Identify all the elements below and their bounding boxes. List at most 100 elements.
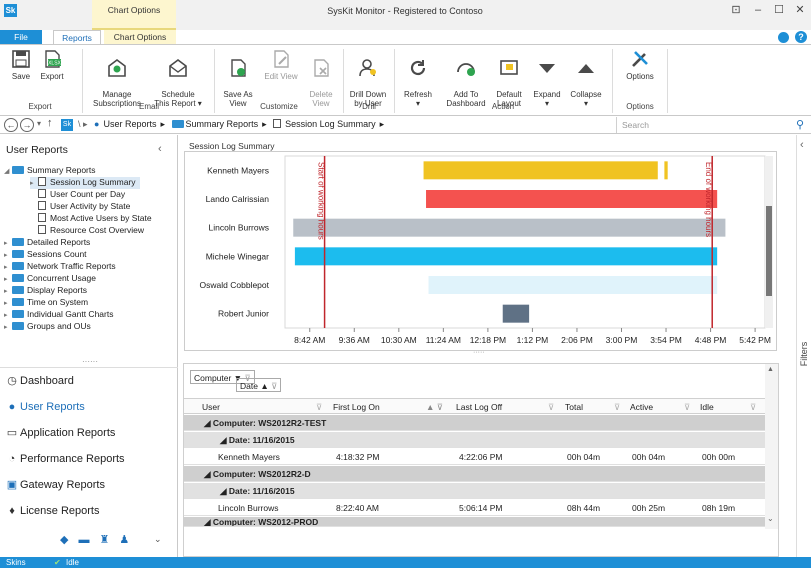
scroll-up-icon[interactable]: ▲ (767, 366, 774, 373)
subgroup-row[interactable]: ◢ Date: 11/16/2015 (184, 483, 765, 499)
table-row[interactable]: Kenneth Mayers 4:18:32 PM 4:22:06 PM 00h… (184, 449, 765, 465)
chevron-down-icon[interactable]: ⌄ (154, 534, 162, 545)
default-layout-button[interactable]: Default Layout (492, 49, 526, 108)
filters-tab[interactable]: Filters (799, 337, 809, 371)
splitter-grip[interactable]: ····· (473, 349, 485, 356)
filter-icon[interactable]: ⊽ (271, 381, 277, 391)
tree-item[interactable]: User Count per Day (38, 189, 125, 201)
tree-item[interactable]: ▸ Display Reports (4, 285, 87, 297)
column-header[interactable]: Idle (700, 402, 714, 412)
column-header[interactable]: Active (630, 402, 653, 412)
history-dropdown-icon[interactable]: ▾ (37, 119, 41, 128)
group-row[interactable]: ◢ Computer: WS2012R2-D (184, 466, 765, 482)
group-separator (394, 49, 395, 113)
manage-subscriptions-button[interactable]: Manage Subscriptions (88, 49, 146, 108)
export-button[interactable]: XLSX Export (38, 49, 66, 81)
tree-item[interactable]: ◢ Summary Reports (4, 165, 96, 177)
nav-gateway-reports[interactable]: ▣ Gateway Reports (0, 472, 178, 498)
nav-dashboard[interactable]: ◷ Dashboard (0, 368, 178, 394)
column-header[interactable]: Total (565, 402, 583, 412)
column-header[interactable]: First Log On (333, 402, 380, 412)
scroll-down-icon[interactable]: ⌄ (767, 514, 774, 523)
nav-application-reports[interactable]: ▭ Application Reports (0, 420, 178, 446)
splitter-grip[interactable]: ······ (82, 357, 98, 366)
delete-view-button[interactable]: Delete View (304, 49, 338, 108)
tree-item-label: Session Log Summary (50, 177, 136, 187)
crumb-summary-reports[interactable]: Summary Reports (186, 119, 259, 129)
x-tick-label: 8:42 AM (294, 335, 325, 345)
grid-scrollbar[interactable]: ▲ ⌄ (765, 364, 778, 529)
drill-down-button[interactable]: Drill Down by User (348, 49, 388, 108)
filter-icon[interactable]: ⊽ (750, 402, 756, 413)
user-axis-label: Robert Junior (218, 309, 269, 319)
nav-license-reports[interactable]: ♦ License Reports (0, 498, 178, 524)
tree-item[interactable]: Most Active Users by State (38, 213, 152, 225)
x-tick-label: 4:48 PM (695, 335, 727, 345)
tab-reports[interactable]: Reports (53, 30, 101, 44)
schedule-report-button[interactable]: Schedule This Report ▾ (150, 49, 206, 108)
sort-ascending-icon[interactable]: ▲ ⊽ (426, 402, 443, 413)
tree-item[interactable]: Resource Cost Overview (38, 225, 144, 237)
breadcrumb: \ ▸ ● User Reports ▸ Summary Reports ▸ Sess… (78, 119, 385, 129)
refresh-button[interactable]: Refresh ▾ (400, 49, 436, 108)
tab-chart-options[interactable]: Chart Options (104, 30, 176, 44)
home-logo-icon[interactable]: Sk (61, 119, 73, 131)
chart-title: Session Log Summary (189, 141, 275, 151)
tree-item[interactable]: ▸ Sessions Count (4, 249, 87, 261)
tab-file[interactable]: File (0, 30, 42, 44)
x-tick-label: 12:18 PM (470, 335, 506, 345)
back-button[interactable]: ← (4, 118, 18, 132)
search-icon[interactable]: ⚲ (796, 118, 804, 131)
license-icon: ♦ (9, 505, 15, 517)
group-row[interactable]: ◢ Computer: WS2012R2-TEST (184, 415, 765, 431)
column-header[interactable]: Last Log Off (456, 402, 502, 412)
filter-icon[interactable]: ⊽ (316, 402, 322, 413)
subgroup-row[interactable]: ◢ Date: 11/16/2015 (184, 432, 765, 448)
group-row[interactable]: ◢ Computer: WS2012-PROD (184, 517, 765, 527)
column-header[interactable]: User (202, 402, 220, 412)
tree-item[interactable]: ▸ Detailed Reports (4, 237, 90, 249)
check-icon: ✔ (54, 558, 61, 567)
expand-button[interactable]: Expand ▾ (532, 49, 562, 108)
cell-active: 00h 25m (632, 503, 666, 513)
group-row-label: ◢ Computer: WS2012-PROD (204, 517, 319, 527)
expand-panel-icon[interactable]: ‹ (800, 139, 804, 151)
filter-icon[interactable]: ⊽ (684, 402, 690, 413)
user-axis-label: Lando Calrissian (206, 194, 270, 204)
left-navigation-pane: User Reports ‹ ◢ Summary Reports ▸ Session… (0, 135, 178, 557)
options-button[interactable]: Options (622, 49, 658, 81)
nav-user-reports[interactable]: ● User Reports (0, 394, 178, 420)
filter-icon[interactable]: ⊽ (614, 402, 620, 413)
search-input[interactable]: Search (616, 117, 811, 133)
add-to-dashboard-button[interactable]: Add To Dashboard (444, 49, 488, 108)
tree-item[interactable]: ▸ Groups and OUs (4, 321, 91, 333)
maximize-button[interactable]: ☐ (769, 2, 789, 18)
tree-item[interactable]: User Activity by State (38, 201, 130, 213)
chat-icon[interactable] (778, 32, 789, 43)
tree-item-selected[interactable]: ▸ Session Log Summary (30, 177, 140, 189)
crumb-user-reports[interactable]: User Reports (103, 119, 156, 129)
save-button[interactable]: Save (8, 49, 34, 81)
crumb-session-log-summary[interactable]: Session Log Summary (285, 119, 376, 129)
collapse-pane-icon[interactable]: ‹ (158, 143, 162, 155)
help-icon[interactable]: ? (795, 31, 807, 43)
minimize-button[interactable]: – (748, 2, 768, 18)
restore-ribbon-icon[interactable]: ⊡ (726, 2, 746, 18)
tree-item[interactable]: ▸ Individual Gantt Charts (4, 309, 113, 321)
edit-view-button[interactable]: Edit View (262, 49, 300, 81)
group-chip-date[interactable]: Date ▲ ⊽ (236, 378, 282, 392)
skins-menu[interactable]: Skins (6, 557, 26, 568)
filters-side-panel[interactable]: ‹ Filters (796, 135, 811, 557)
close-button[interactable]: ✕ (790, 2, 810, 18)
nav-performance-reports[interactable]: ◔ Performance Reports (0, 446, 178, 472)
up-arrow-icon[interactable]: ↑ (47, 117, 53, 129)
tree-item[interactable]: ▸ Time on System (4, 297, 88, 309)
filter-icon[interactable]: ⊽ (548, 402, 554, 413)
collapse-button[interactable]: Collapse ▾ (568, 49, 604, 108)
forward-button[interactable]: → (20, 118, 34, 132)
nav-overflow-icons[interactable]: ◆▬♜♟ (60, 533, 139, 546)
tree-item[interactable]: ▸ Concurrent Usage (4, 273, 96, 285)
save-as-view-button[interactable]: Save As View (220, 49, 256, 108)
table-row[interactable]: Lincoln Burrows 8:22:40 AM 5:06:14 PM 08… (184, 500, 765, 516)
tree-item[interactable]: ▸ Network Traffic Reports (4, 261, 116, 273)
